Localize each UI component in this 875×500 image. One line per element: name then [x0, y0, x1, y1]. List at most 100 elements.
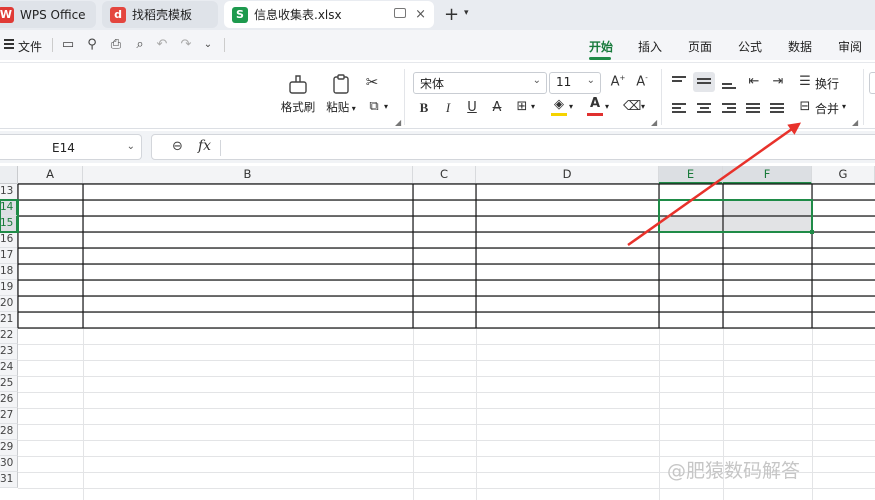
align-bottom-icon[interactable]: [722, 83, 736, 91]
eraser-icon[interactable]: ⌫: [623, 99, 641, 114]
column-header-f[interactable]: F: [723, 166, 812, 184]
copy-icon[interactable]: ⧉: [366, 99, 382, 114]
tab-document[interactable]: S 信息收集表.xlsx ×: [224, 1, 434, 28]
align-justify-icon[interactable]: [746, 103, 760, 115]
column-header-g[interactable]: G: [812, 166, 875, 184]
bold-button[interactable]: B: [416, 100, 432, 116]
fill-color-icon[interactable]: ◈: [551, 97, 567, 112]
row-header-18[interactable]: 18: [0, 264, 18, 280]
row-header-19[interactable]: 19: [0, 280, 18, 296]
tab-page[interactable]: 页面: [688, 38, 712, 55]
align-right-icon[interactable]: [722, 103, 736, 115]
number-format-select[interactable]: [869, 72, 875, 94]
redo-icon[interactable]: ↷: [178, 37, 194, 53]
launcher-icon[interactable]: ◢: [395, 118, 401, 127]
chevron-down-icon[interactable]: ▾: [531, 102, 535, 111]
chevron-down-icon[interactable]: ▾: [464, 8, 469, 18]
italic-button[interactable]: I: [440, 100, 456, 116]
menu-icon[interactable]: [4, 39, 14, 51]
underline-button[interactable]: U: [464, 100, 480, 115]
border-icon[interactable]: ⊞: [514, 99, 530, 114]
row-header-22[interactable]: 22: [0, 328, 18, 344]
font-size-select[interactable]: 11 ⌄: [549, 72, 601, 94]
merge-cells-icon[interactable]: ⊟: [797, 99, 813, 114]
row-header-30[interactable]: 30: [0, 456, 18, 472]
row-header-15[interactable]: 15: [0, 216, 18, 232]
column-header-b[interactable]: B: [83, 166, 413, 184]
wrap-text-icon[interactable]: ☰: [797, 74, 813, 89]
wrap-text-label[interactable]: 换行: [815, 75, 839, 92]
file-menu[interactable]: 文件: [18, 38, 42, 55]
watermark: @肥猿数码解答: [667, 460, 801, 482]
format-painter-button[interactable]: 格式刷: [280, 73, 316, 115]
chevron-down-icon[interactable]: ▾: [605, 102, 609, 111]
row-header-29[interactable]: 29: [0, 440, 18, 456]
distributed-icon[interactable]: [770, 103, 784, 115]
align-left-icon[interactable]: [672, 103, 686, 115]
row-header-26[interactable]: 26: [0, 392, 18, 408]
column-header-c[interactable]: C: [413, 166, 476, 184]
undo-icon[interactable]: ↶: [154, 37, 170, 53]
paste-button[interactable]: 粘贴 ▾: [322, 73, 360, 115]
tab-data[interactable]: 数据: [788, 38, 812, 55]
row-header-25[interactable]: 25: [0, 376, 18, 392]
gridline: [18, 280, 875, 281]
row-header-24[interactable]: 24: [0, 360, 18, 376]
gridline: [18, 392, 875, 393]
chevron-down-icon[interactable]: ▾: [842, 102, 846, 111]
increase-font-icon[interactable]: A+: [610, 74, 626, 89]
chevron-down-icon[interactable]: ⌄: [200, 37, 216, 53]
column-header-a[interactable]: A: [18, 166, 83, 184]
chevron-down-icon[interactable]: ▾: [569, 102, 573, 111]
print-icon[interactable]: ⎙: [108, 37, 124, 53]
tab-home[interactable]: 开始: [589, 38, 613, 55]
select-all-corner[interactable]: [0, 166, 18, 184]
row-header-16[interactable]: 16: [0, 232, 18, 248]
row-header-17[interactable]: 17: [0, 248, 18, 264]
cut-icon[interactable]: ✂: [364, 73, 380, 91]
tab-wps-office[interactable]: W WPS Office: [0, 1, 96, 28]
formula-bar: E14 ⌄ ⊖ fx: [0, 131, 875, 163]
tab-template[interactable]: d 找稻壳模板: [102, 1, 218, 28]
zoom-icon[interactable]: ⊖: [172, 139, 183, 154]
ribbon: 格式刷 粘贴 ▾ ✂ ⧉ ▾ ◢ 宋体 ⌄ 11 ⌄ A+ A- B I U A…: [0, 62, 875, 129]
row-header-23[interactable]: 23: [0, 344, 18, 360]
increase-indent-icon[interactable]: ⇥: [770, 74, 786, 89]
chevron-down-icon[interactable]: ▾: [641, 102, 645, 111]
row-header-14[interactable]: 14: [0, 200, 18, 216]
tab-insert[interactable]: 插入: [638, 38, 662, 55]
docer-logo-icon: d: [110, 6, 126, 23]
name-box[interactable]: E14 ⌄: [0, 134, 142, 160]
row-header-13[interactable]: 13: [0, 184, 18, 200]
save-icon[interactable]: ▭: [60, 37, 76, 53]
row-header-21[interactable]: 21: [0, 312, 18, 328]
row-header-28[interactable]: 28: [0, 424, 18, 440]
formula-input[interactable]: ⊖ fx: [151, 134, 875, 160]
print-preview-icon[interactable]: ⌕: [132, 37, 148, 53]
launcher-icon[interactable]: ◢: [651, 118, 657, 127]
decrease-font-icon[interactable]: A-: [634, 74, 650, 89]
font-color-button[interactable]: A: [587, 96, 603, 111]
chevron-down-icon[interactable]: ▾: [384, 102, 388, 111]
strikethrough-button[interactable]: A: [489, 100, 505, 115]
close-tab-icon[interactable]: ×: [415, 7, 426, 22]
window-icon[interactable]: [394, 8, 406, 18]
new-tab-button[interactable]: +: [444, 4, 459, 25]
row-header-27[interactable]: 27: [0, 408, 18, 424]
tab-formula[interactable]: 公式: [738, 38, 762, 55]
tab-review[interactable]: 审阅: [838, 38, 862, 55]
decrease-indent-icon[interactable]: ⇤: [746, 74, 762, 89]
function-icon[interactable]: fx: [198, 138, 211, 154]
font-name-select[interactable]: 宋体 ⌄: [413, 72, 547, 94]
gridline: [18, 264, 875, 265]
launcher-icon[interactable]: ◢: [852, 118, 858, 127]
align-top-icon[interactable]: [672, 76, 686, 84]
row-header-20[interactable]: 20: [0, 296, 18, 312]
share-icon[interactable]: ⚲: [84, 37, 100, 53]
fill-color-swatch: [551, 113, 567, 116]
align-center-icon[interactable]: [697, 103, 711, 115]
column-header-e[interactable]: E: [659, 166, 723, 184]
merge-cells-label[interactable]: 合并: [815, 100, 839, 117]
row-header-31[interactable]: 31: [0, 472, 18, 488]
column-header-d[interactable]: D: [476, 166, 659, 184]
